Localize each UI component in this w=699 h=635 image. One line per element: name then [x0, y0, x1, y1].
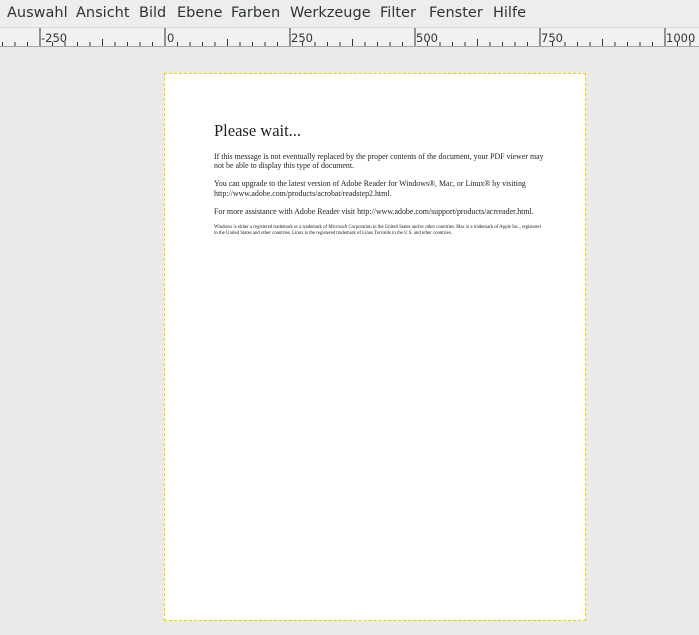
menu-farben[interactable]: Farben: [231, 5, 280, 21]
image-canvas[interactable]: Please wait... If this message is not ev…: [0, 47, 699, 635]
document-content: Please wait... If this message is not ev…: [214, 121, 544, 237]
document-paragraph: For more assistance with Adobe Reader vi…: [214, 206, 534, 216]
menu-ebene[interactable]: Ebene: [177, 5, 222, 21]
menu-bild[interactable]: Bild: [139, 5, 166, 21]
menu-ansicht[interactable]: Ansicht: [76, 5, 130, 21]
ruler-label: 750: [541, 31, 563, 45]
ruler-label: -250: [41, 31, 68, 45]
menu-filter[interactable]: Filter: [380, 5, 416, 21]
ruler-label: 0: [167, 31, 175, 45]
ruler-ticks: [2, 28, 691, 46]
trademark-notice: Windows is either a registered trademark…: [214, 225, 541, 237]
document-paragraph: You can upgrade to the latest version of…: [214, 179, 526, 198]
ruler-label: 500: [416, 31, 438, 45]
horizontal-ruler[interactable]: -250 0 250 500 750 1000: [0, 28, 699, 47]
menu-hilfe[interactable]: Hilfe: [493, 5, 526, 21]
menu-auswahl[interactable]: Auswahl: [7, 5, 68, 21]
menu-werkzeuge[interactable]: Werkzeuge: [290, 5, 371, 21]
document-title: Please wait...: [214, 121, 302, 140]
document-page[interactable]: Please wait... If this message is not ev…: [164, 73, 586, 621]
ruler-label: 1000: [666, 31, 696, 45]
ruler-label: 250: [291, 31, 313, 45]
menubar: Auswahl Ansicht Bild Ebene Farben Werkze…: [0, 0, 699, 28]
menu-fenster[interactable]: Fenster: [429, 5, 483, 21]
document-paragraph: If this message is not eventually replac…: [214, 151, 544, 171]
